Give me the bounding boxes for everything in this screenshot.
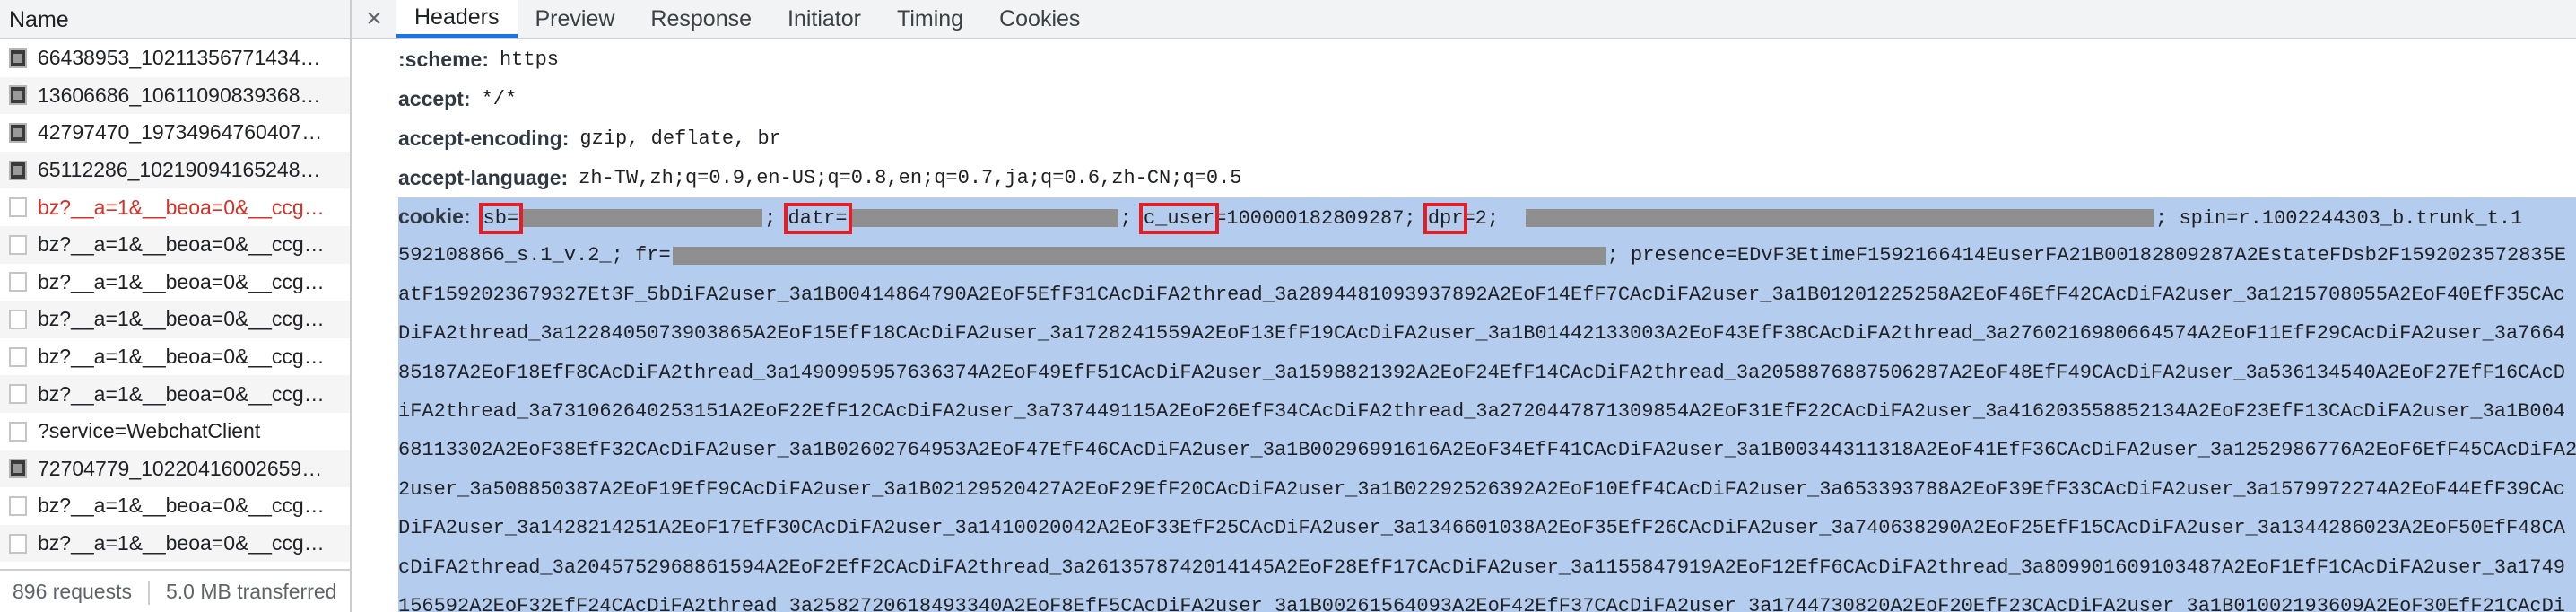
request-row-error[interactable]: bz?__a=1&__beoa=0&__ccg… bbox=[0, 188, 350, 226]
document-icon bbox=[9, 346, 27, 367]
request-row[interactable]: bz?__a=1&__beoa=0&__ccg… bbox=[0, 225, 350, 264]
request-name: bz?__a=1&__beoa=0&__ccg… bbox=[38, 381, 325, 406]
tab-headers[interactable]: Headers bbox=[396, 0, 518, 38]
request-name: 66438953_10211356771434… bbox=[38, 46, 321, 70]
redacted-value bbox=[849, 209, 1118, 228]
request-row[interactable]: 66438953_10211356771434… bbox=[0, 39, 350, 77]
request-name: bz?__a=1&__beoa=0&__ccg… bbox=[38, 232, 325, 257]
header-name: accept-language: bbox=[398, 165, 569, 189]
request-row[interactable]: 42797470_19734964760407… bbox=[0, 114, 350, 152]
spin-value: ; spin=r.1002244303_b.trunk_t.1 bbox=[2155, 207, 2523, 230]
transferred-size: 5.0 MB transferred bbox=[165, 580, 337, 603]
cookie-line: 156592A2EoF32EfF24CAcDiFA2thread_3a25827… bbox=[398, 594, 2565, 612]
request-count: 896 requests bbox=[13, 580, 132, 603]
request-name: ?service=WebchatClient bbox=[38, 419, 261, 443]
sb-key-highlight: sb= bbox=[478, 203, 524, 234]
tab-response[interactable]: Response bbox=[632, 0, 770, 38]
document-icon bbox=[9, 384, 27, 405]
cookie-line: atF1592023679327Et3F_5bDiFA2user_3a1B004… bbox=[398, 283, 2565, 306]
request-row[interactable]: bz?__a=1&__beoa=0&__ccg… bbox=[0, 375, 350, 413]
cookie-line: cDiFA2thread_3a2045752968861594A2EoF2EfF… bbox=[398, 555, 2565, 579]
separator: ; bbox=[764, 207, 788, 230]
header-row-accept-language: accept-language: zh-TW,zh;q=0.9,en-US;q=0… bbox=[352, 158, 2576, 197]
request-list: 66438953_10211356771434… 13606686_106110… bbox=[0, 39, 350, 563]
tab-initiator[interactable]: Initiator bbox=[770, 0, 879, 38]
headers-content: :scheme: https accept: */* accept-encoding… bbox=[352, 39, 2576, 612]
request-name: 65112286_10219094165248… bbox=[38, 158, 321, 182]
request-list-panel: Name 66438953_10211356771434… 13606686_1… bbox=[0, 0, 352, 612]
detail-tab-bar: × Headers Preview Response Initiator Tim… bbox=[352, 0, 2576, 39]
request-name: bz?__a=1&__beoa=0&__ccg… bbox=[38, 494, 325, 518]
image-icon bbox=[9, 459, 27, 479]
request-row[interactable]: ?service=WebchatClient bbox=[0, 413, 350, 450]
tab-timing[interactable]: Timing bbox=[879, 0, 981, 38]
tab-cookies[interactable]: Cookies bbox=[981, 0, 1098, 38]
cookie-line: 592108866_s.1_v.2_; fr= ; presence=EDvF3E… bbox=[398, 236, 2576, 275]
separator: ; bbox=[1119, 207, 1144, 230]
request-name: 42797470_19734964760407… bbox=[38, 120, 323, 144]
request-name: bz?__a=1&__beoa=0&__ccg… bbox=[38, 531, 325, 555]
image-icon bbox=[9, 160, 27, 180]
request-row[interactable]: bz?__a=1&__beoa=0&__ccg… bbox=[0, 487, 350, 525]
header-name: accept: bbox=[398, 86, 471, 110]
request-row[interactable]: bz?__a=1&__beoa=0&__ccg… bbox=[0, 338, 350, 376]
status-footer: 896 requests 5.0 MB transferred bbox=[0, 569, 350, 612]
request-row[interactable]: 72704779_10220416002659… bbox=[0, 450, 350, 488]
request-detail-panel: × Headers Preview Response Initiator Tim… bbox=[352, 0, 2576, 612]
datr-key-highlight: datr= bbox=[783, 203, 852, 234]
header-row-accept: accept: */* bbox=[352, 79, 2576, 118]
tab-preview[interactable]: Preview bbox=[518, 0, 633, 38]
request-name: bz?__a=1&__beoa=0&__ccg… bbox=[38, 269, 325, 293]
document-icon bbox=[9, 234, 27, 255]
header-row-scheme: :scheme: https bbox=[352, 39, 2576, 79]
cookie-text: 592108866_s.1_v.2_; fr= bbox=[398, 244, 671, 267]
request-row[interactable]: bz?__a=1&__beoa=0&__ccg… bbox=[0, 301, 350, 338]
document-icon bbox=[9, 495, 27, 516]
header-value: https bbox=[499, 48, 559, 71]
redacted-value bbox=[672, 246, 1606, 265]
cookie-line: DiFA2user_3a1428214251A2EoF17EfF30CAcDiF… bbox=[398, 517, 2565, 540]
cookie-line: 2user_3a508850387A2EoF19EfF9CAcDiFA2user… bbox=[398, 477, 2565, 501]
footer-divider bbox=[147, 581, 150, 605]
request-row[interactable]: bz?__a=1&__beoa=0&__ccg… bbox=[0, 524, 350, 563]
c-user-key-highlight: c_user bbox=[1138, 203, 1220, 234]
document-icon bbox=[9, 272, 27, 293]
c-user-value: =100000182809287; bbox=[1214, 207, 1428, 230]
close-icon[interactable]: × bbox=[352, 0, 396, 38]
cookie-text: ; presence=EDvF3EtimeF1592166414EuserFA2… bbox=[1606, 244, 2567, 267]
cookie-line: cookie: sb=; datr=; c_user=10000018280928… bbox=[398, 197, 2576, 236]
name-column-header[interactable]: Name bbox=[0, 0, 350, 39]
header-name: accept-encoding: bbox=[398, 126, 570, 150]
image-icon bbox=[9, 85, 27, 106]
header-name: :scheme: bbox=[398, 47, 489, 71]
image-icon bbox=[9, 48, 27, 68]
document-icon bbox=[9, 309, 27, 329]
dpr-value: =2; bbox=[1463, 207, 1500, 230]
header-row-accept-encoding: accept-encoding: gzip, deflate, br bbox=[352, 118, 2576, 158]
request-row[interactable]: bz?__a=1&__beoa=0&__ccg… bbox=[0, 264, 350, 302]
cookie-header-selected[interactable]: cookie: sb=; datr=; c_user=10000018280928… bbox=[398, 197, 2576, 612]
request-row[interactable]: 65112286_10219094165248… bbox=[0, 151, 350, 189]
request-name: 13606686_10611090839368… bbox=[38, 83, 321, 107]
cookie-header-name: cookie: bbox=[398, 205, 471, 228]
request-name: 72704779_10220416002659… bbox=[38, 456, 323, 480]
redacted-value bbox=[520, 209, 763, 228]
request-name: bz?__a=1&__beoa=0&__ccg… bbox=[38, 195, 325, 219]
cookie-line: DiFA2thread_3a1228405073903865A2EoF15EfF… bbox=[398, 322, 2565, 345]
header-value: gzip, deflate, br bbox=[579, 127, 781, 150]
header-value: zh-TW,zh;q=0.9,en-US;q=0.8,en;q=0.7,ja;q… bbox=[579, 166, 1242, 189]
cookie-line: 68113302A2EoF38EfF32CAcDiFA2user_3a1B026… bbox=[398, 439, 2576, 462]
cookie-line: iFA2thread_3a731062640253151A2EoF22EfF12… bbox=[398, 399, 2565, 423]
dpr-key-highlight: dpr bbox=[1423, 203, 1468, 234]
document-icon bbox=[9, 421, 27, 442]
image-icon bbox=[9, 122, 27, 143]
cookie-line: 85187A2EoF18EfF8CAcDiFA2thread_3a1490995… bbox=[398, 361, 2565, 384]
document-icon bbox=[9, 533, 27, 554]
header-value: */* bbox=[481, 87, 518, 110]
redacted-value bbox=[1526, 209, 2154, 228]
request-name: bz?__a=1&__beoa=0&__ccg… bbox=[38, 307, 325, 331]
document-icon bbox=[9, 197, 27, 218]
request-name: bz?__a=1&__beoa=0&__ccg… bbox=[38, 345, 325, 369]
request-row[interactable]: 13606686_10611090839368… bbox=[0, 76, 350, 115]
